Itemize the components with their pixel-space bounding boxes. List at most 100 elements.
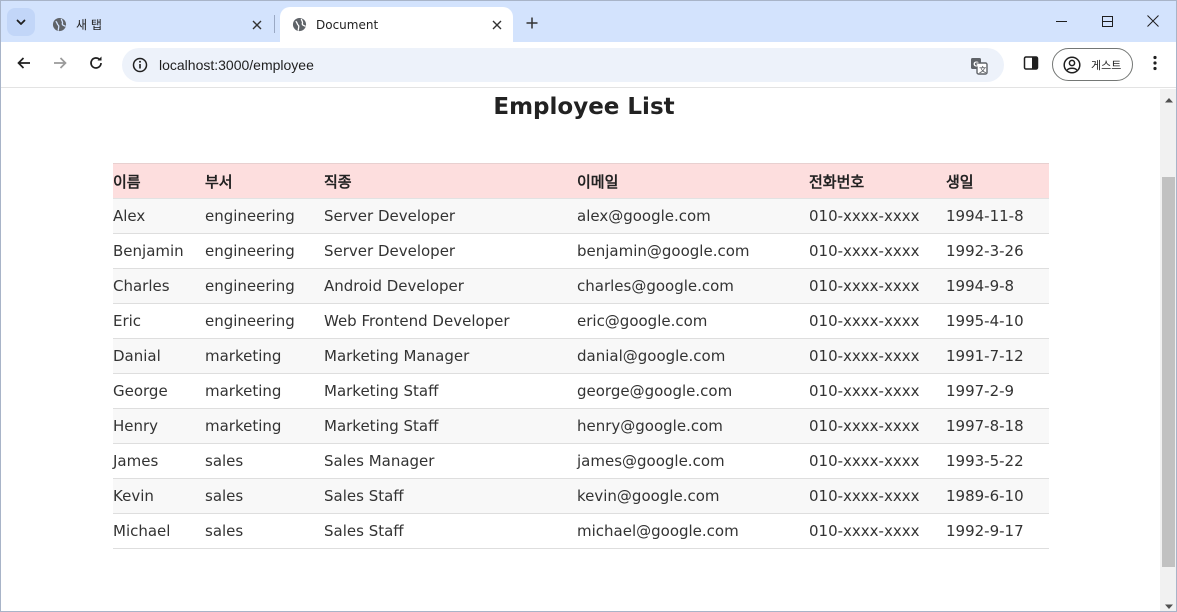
cell-phone: 010-xxxx-xxxx [809, 338, 946, 374]
column-header-email: 이메일 [577, 163, 809, 199]
page-title: Employee List [493, 94, 675, 120]
cell-job: Android Developer [324, 268, 577, 304]
cell-birthday: 1995-4-10 [946, 303, 1049, 339]
scroll-down-button[interactable] [1160, 595, 1176, 611]
page-content: Employee List 이름 부서 직종 이메일 전화번호 생일 Alex e… [1, 89, 1160, 611]
translate-icon[interactable]: G文 [969, 56, 989, 76]
cell-department: marketing [205, 338, 324, 374]
cell-phone: 010-xxxx-xxxx [809, 443, 946, 479]
cell-phone: 010-xxxx-xxxx [809, 268, 946, 304]
employee-table: 이름 부서 직종 이메일 전화번호 생일 Alex engineering Serv… [113, 163, 1049, 549]
close-window-button[interactable] [1130, 1, 1176, 41]
cell-name: Alex [113, 198, 205, 234]
cell-phone: 010-xxxx-xxxx [809, 513, 946, 549]
cell-name: Kevin [113, 478, 205, 514]
cell-phone: 010-xxxx-xxxx [809, 303, 946, 339]
cell-phone: 010-xxxx-xxxx [809, 408, 946, 444]
cell-job: Marketing Manager [324, 338, 577, 374]
cell-name: Benjamin [113, 233, 205, 269]
table-row: Charles engineering Android Developer charl… [113, 268, 1049, 304]
cell-birthday: 1994-11-8 [946, 198, 1049, 234]
address-bar[interactable]: localhost:3000/employee G文 [122, 48, 1004, 82]
cell-name: George [113, 373, 205, 409]
side-panel-button[interactable] [1017, 51, 1045, 79]
cell-department: sales [205, 513, 324, 549]
column-header-phone: 전화번호 [809, 163, 946, 199]
cell-job: Sales Staff [324, 513, 577, 549]
profile-button[interactable]: 게스트 [1052, 48, 1133, 81]
cell-phone: 010-xxxx-xxxx [809, 198, 946, 234]
cell-phone: 010-xxxx-xxxx [809, 478, 946, 514]
cell-department: marketing [205, 373, 324, 409]
profile-label: 게스트 [1091, 58, 1122, 72]
new-tab-button[interactable] [520, 11, 544, 35]
cell-email: charles@google.com [577, 268, 809, 304]
table-row: Benjamin engineering Server Developer benja… [113, 233, 1049, 269]
svg-text:文: 文 [979, 65, 987, 74]
info-icon[interactable] [131, 56, 149, 74]
maximize-button[interactable] [1084, 1, 1130, 41]
side-panel-icon [1023, 55, 1039, 75]
cell-name: Michael [113, 513, 205, 549]
cell-department: engineering [205, 303, 324, 339]
cell-name: Charles [113, 268, 205, 304]
column-header-name: 이름 [113, 163, 205, 199]
cell-birthday: 1992-9-17 [946, 513, 1049, 549]
cell-job: Server Developer [324, 233, 577, 269]
cell-birthday: 1989-6-10 [946, 478, 1049, 514]
tab-document[interactable]: Document [280, 7, 513, 42]
column-header-birthday: 생일 [946, 163, 1049, 199]
table-row: Henry marketing Marketing Staff henry@googl… [113, 408, 1049, 444]
cell-department: engineering [205, 233, 324, 269]
cell-email: james@google.com [577, 443, 809, 479]
close-icon[interactable] [487, 15, 507, 35]
tab-separator [274, 15, 275, 33]
cell-name: Henry [113, 408, 205, 444]
reload-icon [88, 55, 104, 75]
cell-job: Web Frontend Developer [324, 303, 577, 339]
cell-birthday: 1991-7-12 [946, 338, 1049, 374]
table-row: Michael sales Sales Staff michael@google.co… [113, 513, 1049, 549]
cell-name: Eric [113, 303, 205, 339]
vertical-scrollbar[interactable] [1160, 89, 1176, 611]
table-row: James sales Sales Manager james@google.com 0… [113, 443, 1049, 479]
cell-birthday: 1997-8-18 [946, 408, 1049, 444]
table-row: Danial marketing Marketing Manager danial@g… [113, 338, 1049, 374]
cell-email: eric@google.com [577, 303, 809, 339]
url-text[interactable]: localhost:3000/employee [159, 57, 314, 73]
browser-menu-button[interactable] [1143, 51, 1167, 79]
plus-icon [526, 13, 538, 34]
cell-email: danial@google.com [577, 338, 809, 374]
arrow-left-icon [16, 55, 32, 75]
maximize-icon [1101, 12, 1113, 31]
back-button[interactable] [10, 51, 38, 79]
cell-job: Marketing Staff [324, 408, 577, 444]
browser-toolbar: localhost:3000/employee G文 게스트 [1, 42, 1176, 88]
cell-birthday: 1997-2-9 [946, 373, 1049, 409]
cell-job: Marketing Staff [324, 373, 577, 409]
tab-search-button[interactable] [7, 8, 35, 36]
cell-email: michael@google.com [577, 513, 809, 549]
table-row: George marketing Marketing Staff george@goo… [113, 373, 1049, 409]
scrollbar-thumb[interactable] [1162, 177, 1175, 567]
forward-button[interactable] [46, 51, 74, 79]
table-row: Alex engineering Server Developer alex@goog… [113, 198, 1049, 234]
cell-name: James [113, 443, 205, 479]
close-icon[interactable] [247, 15, 267, 35]
caret-down-icon [1164, 595, 1173, 611]
person-icon [1062, 55, 1082, 75]
cell-department: engineering [205, 198, 324, 234]
scroll-up-button[interactable] [1160, 89, 1176, 106]
cell-phone: 010-xxxx-xxxx [809, 373, 946, 409]
cell-job: Server Developer [324, 198, 577, 234]
cell-email: george@google.com [577, 373, 809, 409]
cell-email: henry@google.com [577, 408, 809, 444]
cell-department: engineering [205, 268, 324, 304]
minimize-button-area[interactable] [1038, 1, 1084, 41]
reload-button[interactable] [82, 51, 110, 79]
cell-job: Sales Staff [324, 478, 577, 514]
tab-new-tab[interactable]: 새 탭 [40, 7, 273, 42]
cell-email: kevin@google.com [577, 478, 809, 514]
minimize-icon [1055, 12, 1067, 31]
table-header-row: 이름 부서 직종 이메일 전화번호 생일 [113, 163, 1049, 199]
